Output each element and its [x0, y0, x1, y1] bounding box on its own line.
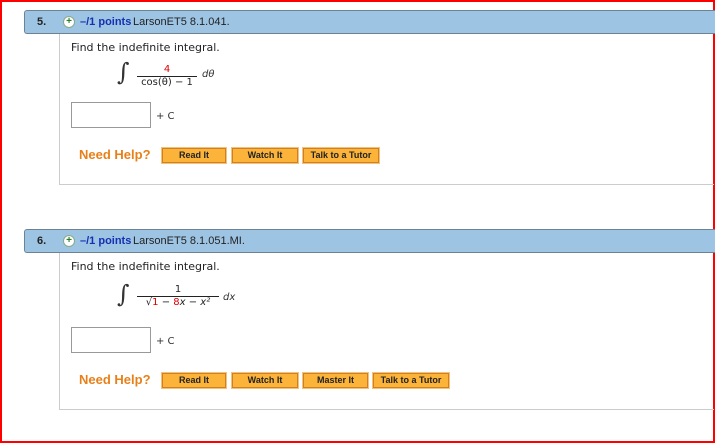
read-it-button[interactable]: Read It: [161, 372, 227, 389]
expand-plus-icon[interactable]: +: [63, 16, 75, 28]
plus-c: + C: [156, 336, 175, 347]
question-ref: LarsonET5 8.1.051.MI.: [133, 235, 245, 247]
points: –/1 points: [80, 16, 132, 28]
question-number: 5.: [37, 16, 47, 28]
fraction: 4 cos(θ) − 1: [137, 64, 197, 88]
radicand-op: −: [158, 297, 174, 308]
denominator: √1 − 8x − x²: [137, 296, 219, 308]
integral-sign: ∫: [117, 58, 130, 86]
question-ref: LarsonET5 8.1.041.: [133, 16, 230, 28]
talk-to-tutor-button[interactable]: Talk to a Tutor: [372, 372, 450, 389]
denominator: cos(θ) − 1: [141, 77, 193, 88]
watch-it-button[interactable]: Watch It: [231, 372, 299, 389]
differential: dx: [223, 292, 236, 303]
plus-c: + C: [156, 111, 175, 122]
question-number: 6.: [37, 235, 47, 247]
integral-sign: ∫: [117, 280, 130, 308]
expand-plus-icon[interactable]: +: [63, 235, 75, 247]
master-it-button[interactable]: Master It: [302, 372, 369, 389]
differential: dθ: [202, 69, 215, 80]
answer-input[interactable]: [71, 327, 151, 353]
fraction: 1 √1 − 8x − x²: [137, 284, 219, 308]
watch-it-button[interactable]: Watch It: [231, 147, 299, 164]
radicand-rest: x − x²: [179, 297, 211, 308]
points: –/1 points: [80, 235, 132, 247]
need-help-label: Need Help?: [79, 372, 151, 387]
read-it-button[interactable]: Read It: [161, 147, 227, 164]
talk-to-tutor-button[interactable]: Talk to a Tutor: [302, 147, 380, 164]
question-6-header: 6. + –/1 points LarsonET5 8.1.051.MI.: [24, 229, 715, 253]
question-prompt: Find the indefinite integral.: [71, 260, 220, 273]
question-prompt: Find the indefinite integral.: [71, 41, 220, 54]
need-help-label: Need Help?: [79, 147, 151, 162]
answer-input[interactable]: [71, 102, 151, 128]
question-5-header: 5. + –/1 points LarsonET5 8.1.041.: [24, 10, 715, 34]
question-5-body: [59, 34, 714, 185]
numerator: 4: [137, 64, 197, 77]
